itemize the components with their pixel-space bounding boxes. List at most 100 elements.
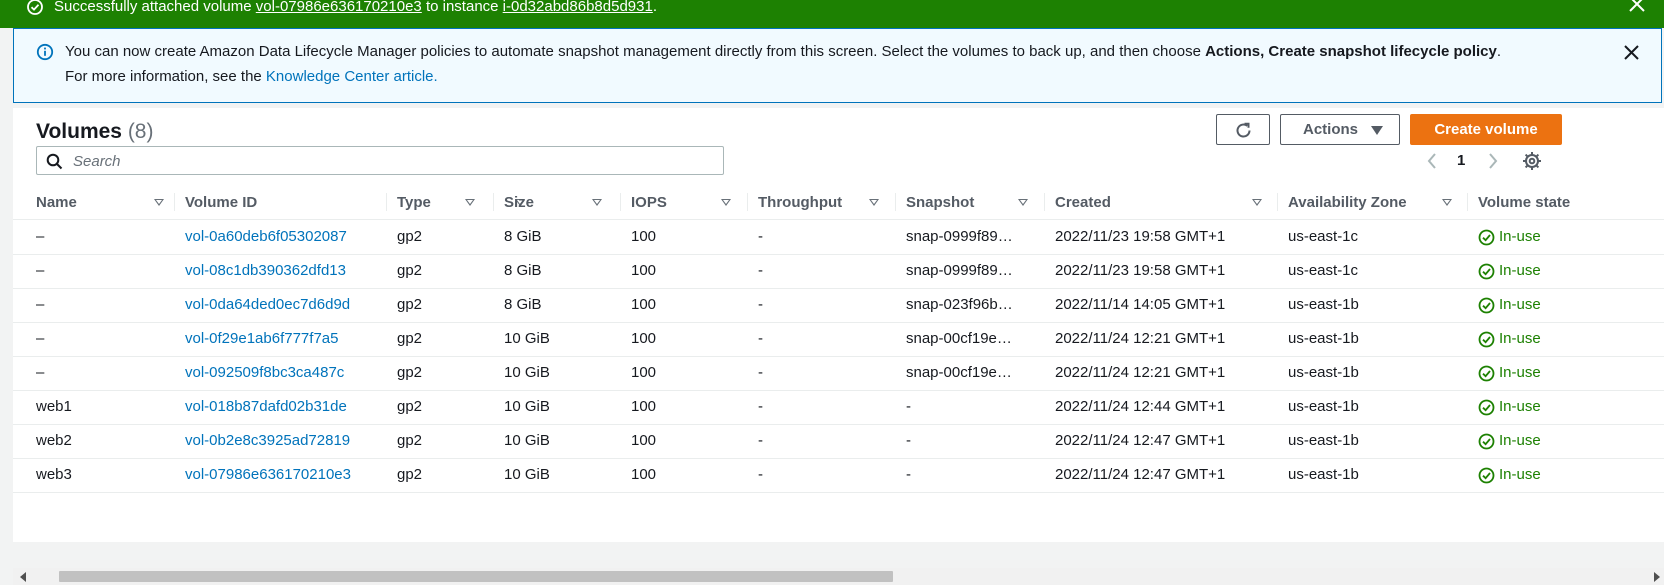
scroll-left-icon[interactable]: [20, 572, 26, 582]
table-row[interactable]: – vol-092509f8bc3ca487c gp2 10 GiB 100 - snap-…: [13, 356, 1664, 391]
volume-id-wrapper: vol-07986e636170210e3: [185, 466, 351, 483]
close-icon[interactable]: [1623, 44, 1640, 61]
actions-dropdown-button[interactable]: Actions: [1280, 114, 1400, 145]
refresh-button[interactable]: [1216, 114, 1270, 145]
cell-type: gp2: [387, 356, 494, 390]
cell-value: 2022/11/23 19:58 GMT+1: [1055, 262, 1226, 279]
volume-id-wrapper: vol-0f29e1ab6f777f7a5: [185, 330, 338, 347]
cell-value: 10 GiB: [504, 398, 550, 415]
cell-throughput: -: [748, 322, 896, 356]
cell-volume-state: In-use: [1468, 254, 1664, 288]
column-header-snapshot[interactable]: Snapshot: [896, 185, 1045, 219]
cell-created: 2022/11/23 19:58 GMT+1: [1045, 254, 1278, 288]
column-header-label: Throughput: [758, 194, 843, 211]
volume-id-link[interactable]: vol-0a60deb6f05302087: [185, 228, 347, 245]
column-header-iops[interactable]: IOPS: [621, 185, 748, 219]
horizontal-scrollbar[interactable]: [13, 568, 1664, 585]
sort-caret-icon[interactable]: [1442, 199, 1452, 206]
column-header-created[interactable]: Created: [1045, 185, 1278, 219]
column-header-label: Volume ID: [185, 194, 258, 211]
knowledge-center-link[interactable]: Knowledge Center article.: [266, 68, 438, 85]
volume-id-link[interactable]: vol-0da64ded0ec7d6d9d: [185, 296, 350, 313]
scroll-right-icon[interactable]: [1654, 572, 1660, 582]
create-volume-button[interactable]: Create volume: [1410, 114, 1562, 145]
volume-id-link[interactable]: vol-07986e636170210e3: [185, 466, 351, 483]
cell-value: 100: [631, 432, 657, 449]
volume-id-link[interactable]: vol-018b87dafd02b31de: [185, 398, 347, 415]
cell-snapshot: -: [896, 458, 1045, 492]
column-header-size[interactable]: Size: [494, 185, 621, 219]
column-header-throughput[interactable]: Throughput: [748, 185, 896, 219]
info-text: You can now create Amazon Data Lifecycle…: [65, 43, 1206, 60]
sort-caret-icon[interactable]: [721, 199, 731, 206]
cell-value: snap-00cf19e…: [906, 330, 1012, 347]
cell-created: 2022/11/14 14:05 GMT+1: [1045, 288, 1278, 322]
table-row[interactable]: web2 vol-0b2e8c3925ad72819 gp2 10 GiB 100 - - 2…: [13, 424, 1664, 459]
cell-size: 8 GiB: [494, 220, 621, 254]
search-icon: [46, 153, 63, 170]
volume-id-link[interactable]: vol-08c1db390362dfd13: [185, 262, 346, 279]
table-row[interactable]: web1 vol-018b87dafd02b31de gp2 10 GiB 100 - - 2…: [13, 390, 1664, 425]
column-header-label: Volume state: [1478, 194, 1571, 211]
volume-state-text: In-use: [1499, 466, 1541, 483]
cell-iops: 100: [621, 458, 748, 492]
cell-value: snap-023f96b…: [906, 296, 1013, 313]
volume-count: (8): [127, 120, 154, 143]
cell-availability-zone: us-east-1b: [1278, 458, 1468, 492]
table-row[interactable]: – vol-08c1db390362dfd13 gp2 8 GiB 100 - snap-0…: [13, 254, 1664, 289]
volume-id-link[interactable]: vol-092509f8bc3ca487c: [185, 364, 344, 381]
table-row[interactable]: web3 vol-07986e636170210e3 gp2 10 GiB 100 - - 2…: [13, 458, 1664, 493]
column-header-volume-id[interactable]: Volume ID: [175, 185, 525, 219]
cell-name: –: [26, 220, 175, 254]
cell-value: -: [906, 466, 911, 483]
volume-id-link[interactable]: vol-0b2e8c3925ad72819: [185, 432, 350, 449]
column-header-type[interactable]: Type: [387, 185, 494, 219]
check-circle-icon: [1478, 331, 1495, 348]
cell-value: -: [758, 398, 763, 415]
attached-volume-link[interactable]: vol-07986e636170210e3: [256, 0, 422, 15]
cell-value: us-east-1c: [1288, 228, 1359, 245]
current-page[interactable]: 1: [1457, 152, 1465, 169]
search-box[interactable]: [36, 146, 724, 175]
scrollbar-thumb[interactable]: [59, 571, 893, 582]
column-header-label: Size: [504, 194, 535, 211]
sort-caret-icon[interactable]: [1252, 199, 1262, 206]
column-header-availability-zone[interactable]: Availability Zone: [1278, 185, 1468, 219]
success-notification: Successfully attached volume vol-07986e6…: [0, 0, 1664, 28]
cell-value: gp2: [397, 296, 423, 313]
cell-throughput: -: [748, 390, 896, 424]
cell-value: 2022/11/24 12:44 GMT+1: [1055, 398, 1226, 415]
info-bold-text: Actions, Create snapshot lifecycle polic…: [1205, 43, 1497, 60]
sort-caret-icon[interactable]: [869, 199, 879, 206]
refresh-icon: [1236, 122, 1251, 138]
sort-caret-icon[interactable]: [592, 199, 602, 206]
cell-value: -: [758, 330, 763, 347]
volume-id-link[interactable]: vol-0f29e1ab6f777f7a5: [185, 330, 338, 347]
cell-size: 8 GiB: [494, 288, 621, 322]
cell-volume-id: vol-08c1db390362dfd13: [175, 254, 387, 288]
cell-type: gp2: [387, 390, 494, 424]
table-row[interactable]: – vol-0f29e1ab6f777f7a5 gp2 10 GiB 100 - snap-…: [13, 322, 1664, 357]
column-header-label: Snapshot: [906, 194, 975, 211]
gear-icon[interactable]: [1522, 151, 1542, 171]
create-volume-label: Create volume: [1434, 121, 1538, 138]
cell-value: us-east-1c: [1288, 262, 1359, 279]
cell-value: 10 GiB: [504, 466, 550, 483]
sort-caret-icon[interactable]: [465, 199, 475, 206]
table-row[interactable]: – vol-0da64ded0ec7d6d9d gp2 8 GiB 100 - snap-0…: [13, 288, 1664, 323]
chevron-left-icon[interactable]: [1425, 152, 1439, 170]
column-header-volume-state[interactable]: Volume state: [1468, 185, 1664, 219]
sort-caret-icon[interactable]: [154, 199, 164, 206]
column-header-label: IOPS: [631, 194, 667, 211]
sort-caret-icon[interactable]: [1018, 199, 1028, 206]
table-row[interactable]: – vol-0a60deb6f05302087 gp2 8 GiB 100 - snap-0…: [13, 220, 1664, 255]
attached-instance-link[interactable]: i-0d32abd86b8d5d931: [503, 0, 653, 15]
close-icon[interactable]: [1628, 0, 1646, 16]
chevron-right-icon[interactable]: [1486, 152, 1500, 170]
column-header-name[interactable]: Name: [26, 185, 175, 219]
cell-snapshot: snap-00cf19e…: [896, 322, 1045, 356]
search-input[interactable]: [71, 150, 715, 172]
check-circle-icon: [1478, 399, 1495, 416]
cell-type: gp2: [387, 458, 494, 492]
cell-snapshot: snap-023f96b…: [896, 288, 1045, 322]
